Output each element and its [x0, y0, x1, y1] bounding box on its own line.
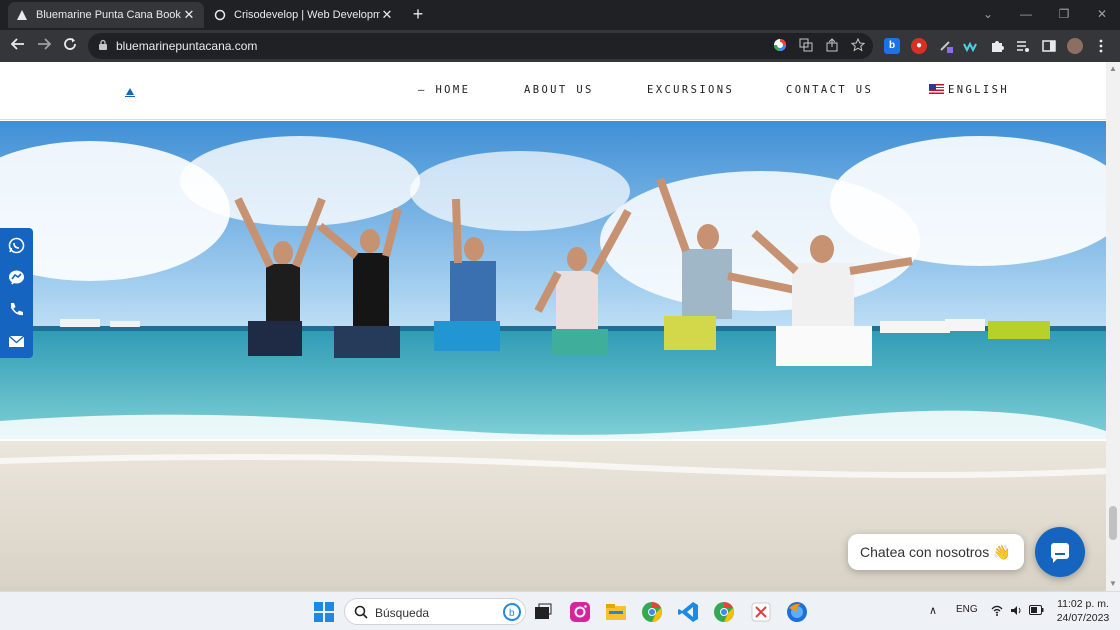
nav-language-label: ENGLISH	[948, 84, 1010, 96]
scroll-down-icon[interactable]: ▼	[1108, 579, 1118, 589]
chat-button[interactable]	[1035, 527, 1085, 577]
us-flag-icon	[929, 84, 944, 94]
scrollbar-thumb[interactable]	[1109, 506, 1117, 540]
chat-invite-bubble[interactable]: Chatea con nosotros 👋	[848, 534, 1024, 570]
windows-taskbar: Búsqueda b ∧ ENG 11:02 p. m. 24/07/2023	[0, 591, 1120, 630]
close-window-button[interactable]: ✕	[1092, 4, 1112, 24]
tab-crisodevelop[interactable]: Crisodevelop | Web Developmen ✕	[206, 2, 402, 28]
extension-pen-icon[interactable]	[938, 38, 954, 54]
hero-beach-photo	[0, 121, 1106, 591]
wifi-icon[interactable]	[991, 605, 1003, 616]
social-sidebar	[0, 228, 33, 358]
tab-search-icon[interactable]: ⌄	[978, 4, 998, 24]
reload-icon	[64, 38, 76, 50]
minimize-button[interactable]: —	[1016, 4, 1036, 24]
new-tab-button[interactable]: +	[408, 4, 428, 24]
chrome-icon[interactable]	[713, 601, 735, 623]
address-bar[interactable]: bluemarinepuntacana.com	[88, 33, 873, 59]
page-scrollbar[interactable]: ▲ ▼	[1106, 62, 1120, 591]
tab-close-icon[interactable]: ✕	[380, 7, 394, 23]
snipping-tool-icon[interactable]	[750, 601, 772, 623]
url-text: bluemarinepuntacana.com	[116, 39, 258, 53]
phone-icon[interactable]	[8, 301, 25, 318]
profile-avatar[interactable]	[1067, 38, 1083, 54]
nav-contact-us[interactable]: CONTACT US	[786, 84, 873, 96]
share-icon[interactable]	[824, 38, 840, 54]
scroll-up-icon[interactable]: ▲	[1108, 64, 1118, 74]
firefox-icon[interactable]	[786, 601, 808, 623]
tab-title: Crisodevelop | Web Developmen	[234, 9, 380, 21]
search-icon	[354, 605, 368, 619]
clock[interactable]: 11:02 p. m. 24/07/2023	[1055, 597, 1111, 625]
forward-button[interactable]	[34, 36, 54, 56]
chrome-profile-icon[interactable]	[641, 601, 663, 623]
tab-bluemarine[interactable]: Bluemarine Punta Cana Book You ✕	[8, 2, 204, 28]
extension-red-icon[interactable]: ●	[911, 38, 927, 54]
nav-about-us[interactable]: ABOUT US	[524, 84, 594, 96]
google-icon[interactable]	[772, 38, 788, 54]
browser-tab-bar: Bluemarine Punta Cana Book You ✕ Crisode…	[0, 0, 1120, 30]
battery-icon[interactable]	[1029, 605, 1044, 615]
menu-kebab-icon[interactable]	[1093, 38, 1109, 54]
browser-toolbar: bluemarinepuntacana.com b ●	[0, 30, 1120, 62]
clock-date: 24/07/2023	[1056, 612, 1110, 624]
windows-start-icon[interactable]	[313, 601, 335, 623]
side-panel-icon[interactable]	[1041, 38, 1057, 54]
site-header: — HOME ABOUT US EXCURSIONS CONTACT US EN…	[0, 62, 1106, 120]
chat-icon	[1051, 543, 1069, 563]
translate-icon[interactable]	[798, 38, 814, 54]
extensions-puzzle-icon[interactable]	[989, 38, 1005, 54]
volume-icon[interactable]	[1010, 605, 1022, 616]
tab-close-icon[interactable]: ✕	[182, 7, 196, 23]
file-explorer-icon[interactable]	[605, 601, 627, 623]
whatsapp-icon[interactable]	[8, 237, 25, 254]
site-logo[interactable]	[124, 86, 136, 98]
task-view-icon[interactable]	[532, 601, 554, 623]
crisodevelop-favicon-icon	[214, 9, 226, 21]
back-arrow-icon	[10, 38, 24, 50]
vscode-icon[interactable]	[677, 601, 699, 623]
language-indicator[interactable]: ENG	[956, 604, 978, 615]
tab-title: Bluemarine Punta Cana Book You	[36, 9, 182, 21]
extension-wave-icon[interactable]	[963, 38, 979, 54]
nav-language[interactable]: ENGLISH	[929, 84, 1009, 96]
media-control-icon[interactable]	[1015, 38, 1031, 54]
maximize-button[interactable]: ❐	[1054, 4, 1074, 24]
svg-text:b: b	[509, 608, 515, 619]
lock-icon	[99, 39, 107, 50]
clock-time: 11:02 p. m.	[1057, 598, 1109, 610]
bing-icon: b	[503, 603, 521, 621]
tray-chevron-icon[interactable]: ∧	[929, 604, 937, 617]
instagram-icon[interactable]	[569, 601, 591, 623]
bluemarine-favicon-icon	[17, 10, 27, 20]
web-page: — HOME ABOUT US EXCURSIONS CONTACT US EN…	[0, 62, 1106, 591]
forward-arrow-icon	[38, 38, 52, 50]
extension-b-icon[interactable]: b	[884, 38, 900, 54]
taskbar-search[interactable]: Búsqueda b	[344, 598, 526, 625]
back-button[interactable]	[8, 36, 28, 56]
reload-button[interactable]	[60, 36, 80, 56]
bookmark-star-icon[interactable]	[850, 37, 866, 54]
messenger-icon[interactable]	[8, 269, 25, 286]
search-placeholder: Búsqueda	[375, 606, 430, 620]
nav-home[interactable]: — HOME	[418, 84, 470, 96]
email-icon[interactable]	[8, 333, 25, 350]
nav-excursions[interactable]: EXCURSIONS	[647, 84, 734, 96]
